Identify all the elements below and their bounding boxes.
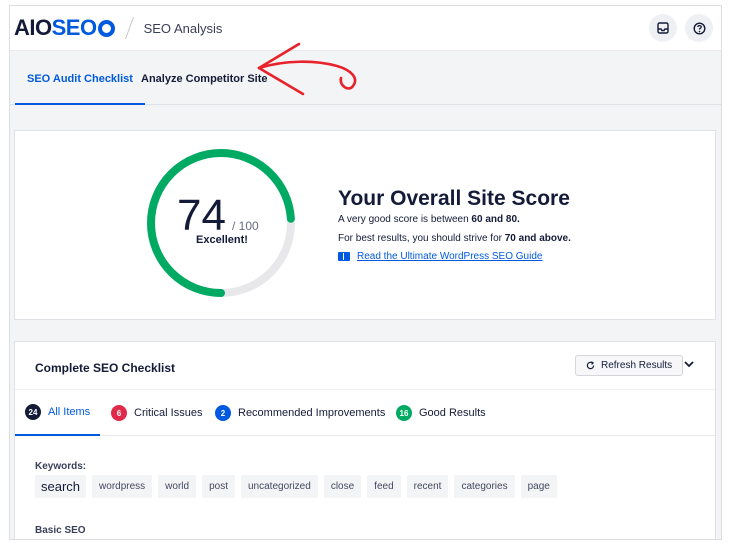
filter-label: Good Results xyxy=(419,407,486,419)
app-window: AIO SEO SEO Analysis SEO Audit Checklist… xyxy=(9,5,722,540)
seo-guide-link[interactable]: Read the Ultimate WordPress SEO Guide xyxy=(357,251,542,262)
title-divider xyxy=(124,17,134,39)
score-max: / 100 xyxy=(232,219,259,233)
page-title: SEO Analysis xyxy=(143,20,223,36)
keyword-tag: recent xyxy=(406,475,449,498)
notifications-button[interactable] xyxy=(649,14,677,42)
keyword-tag: search xyxy=(35,475,87,498)
filter-all-items[interactable]: 24 All Items xyxy=(15,390,101,436)
filter-count-badge: 16 xyxy=(396,405,412,421)
site-score-card: 74 / 100 Excellent! Your Overall Site Sc… xyxy=(14,130,716,320)
seo-checklist-card: Complete SEO Checklist Refresh Results 2… xyxy=(14,341,716,539)
score-rating: Excellent! xyxy=(196,234,248,246)
filter-good-results[interactable]: 16 Good Results xyxy=(396,390,486,436)
score-goal-text: For best results, you should strive for … xyxy=(338,233,571,244)
keyword-tag: page xyxy=(520,475,557,498)
aioseo-logo[interactable]: AIO SEO xyxy=(14,15,115,41)
chevron-down-icon[interactable] xyxy=(683,359,695,369)
refresh-icon xyxy=(586,361,595,370)
filter-recommended-improvements[interactable]: 2 Recommended Improvements xyxy=(215,390,385,436)
top-actions xyxy=(649,14,713,42)
keywords-label: Keywords: xyxy=(35,461,87,472)
keyword-tag: close xyxy=(323,475,362,498)
keyword-tag: post xyxy=(202,475,235,498)
checklist-title: Complete SEO Checklist xyxy=(35,361,176,375)
logo-seo-text: SEO xyxy=(52,15,115,41)
score-range-text: A very good score is between 60 and 80. xyxy=(338,214,520,225)
filter-label: Critical Issues xyxy=(134,407,203,419)
logo-aio-text: AIO xyxy=(14,15,52,40)
score-goal-bold: 70 and above. xyxy=(504,233,571,244)
score-heading: Your Overall Site Score xyxy=(338,187,570,210)
keyword-list: search wordpress world post uncategorize… xyxy=(35,475,557,498)
gear-icon xyxy=(97,20,115,37)
logo-seo-word: SEO xyxy=(51,15,97,40)
score-range-pre: A very good score is between xyxy=(338,214,472,225)
tab-seo-audit-checklist[interactable]: SEO Audit Checklist xyxy=(15,52,145,105)
filter-label: Recommended Improvements xyxy=(238,407,386,419)
tab-analyze-competitor-site[interactable]: Analyze Competitor Site xyxy=(141,52,268,105)
filter-count-badge: 6 xyxy=(111,405,127,421)
inbox-icon xyxy=(657,22,669,34)
filter-count-badge: 24 xyxy=(25,404,41,420)
filter-label: All Items xyxy=(48,406,91,418)
basic-seo-heading: Basic SEO xyxy=(35,525,86,536)
top-bar: AIO SEO SEO Analysis xyxy=(10,6,721,51)
refresh-results-label: Refresh Results xyxy=(601,360,673,371)
filter-count-badge: 2 xyxy=(215,405,231,421)
keyword-tag: uncategorized xyxy=(240,475,318,498)
keyword-tag: wordpress xyxy=(92,475,153,498)
checklist-filters: 24 All Items 6 Critical Issues 2 Recomme… xyxy=(15,389,715,436)
book-icon xyxy=(338,252,350,261)
keyword-tag: categories xyxy=(454,475,515,498)
keyword-tag: world xyxy=(158,475,197,498)
keyword-tag: feed xyxy=(367,475,401,498)
filter-critical-issues[interactable]: 6 Critical Issues xyxy=(111,390,202,436)
help-button[interactable] xyxy=(685,14,713,42)
refresh-results-button[interactable]: Refresh Results xyxy=(575,355,684,376)
help-icon xyxy=(692,21,706,35)
annotation-arrow xyxy=(257,42,357,96)
score-value: 74 xyxy=(177,191,226,240)
analysis-tabs: SEO Audit Checklist Analyze Competitor S… xyxy=(10,52,721,105)
score-goal-pre: For best results, you should strive for xyxy=(338,233,505,244)
score-range-bold: 60 and 80. xyxy=(471,214,520,225)
seo-guide-link-row: Read the Ultimate WordPress SEO Guide xyxy=(338,251,542,262)
